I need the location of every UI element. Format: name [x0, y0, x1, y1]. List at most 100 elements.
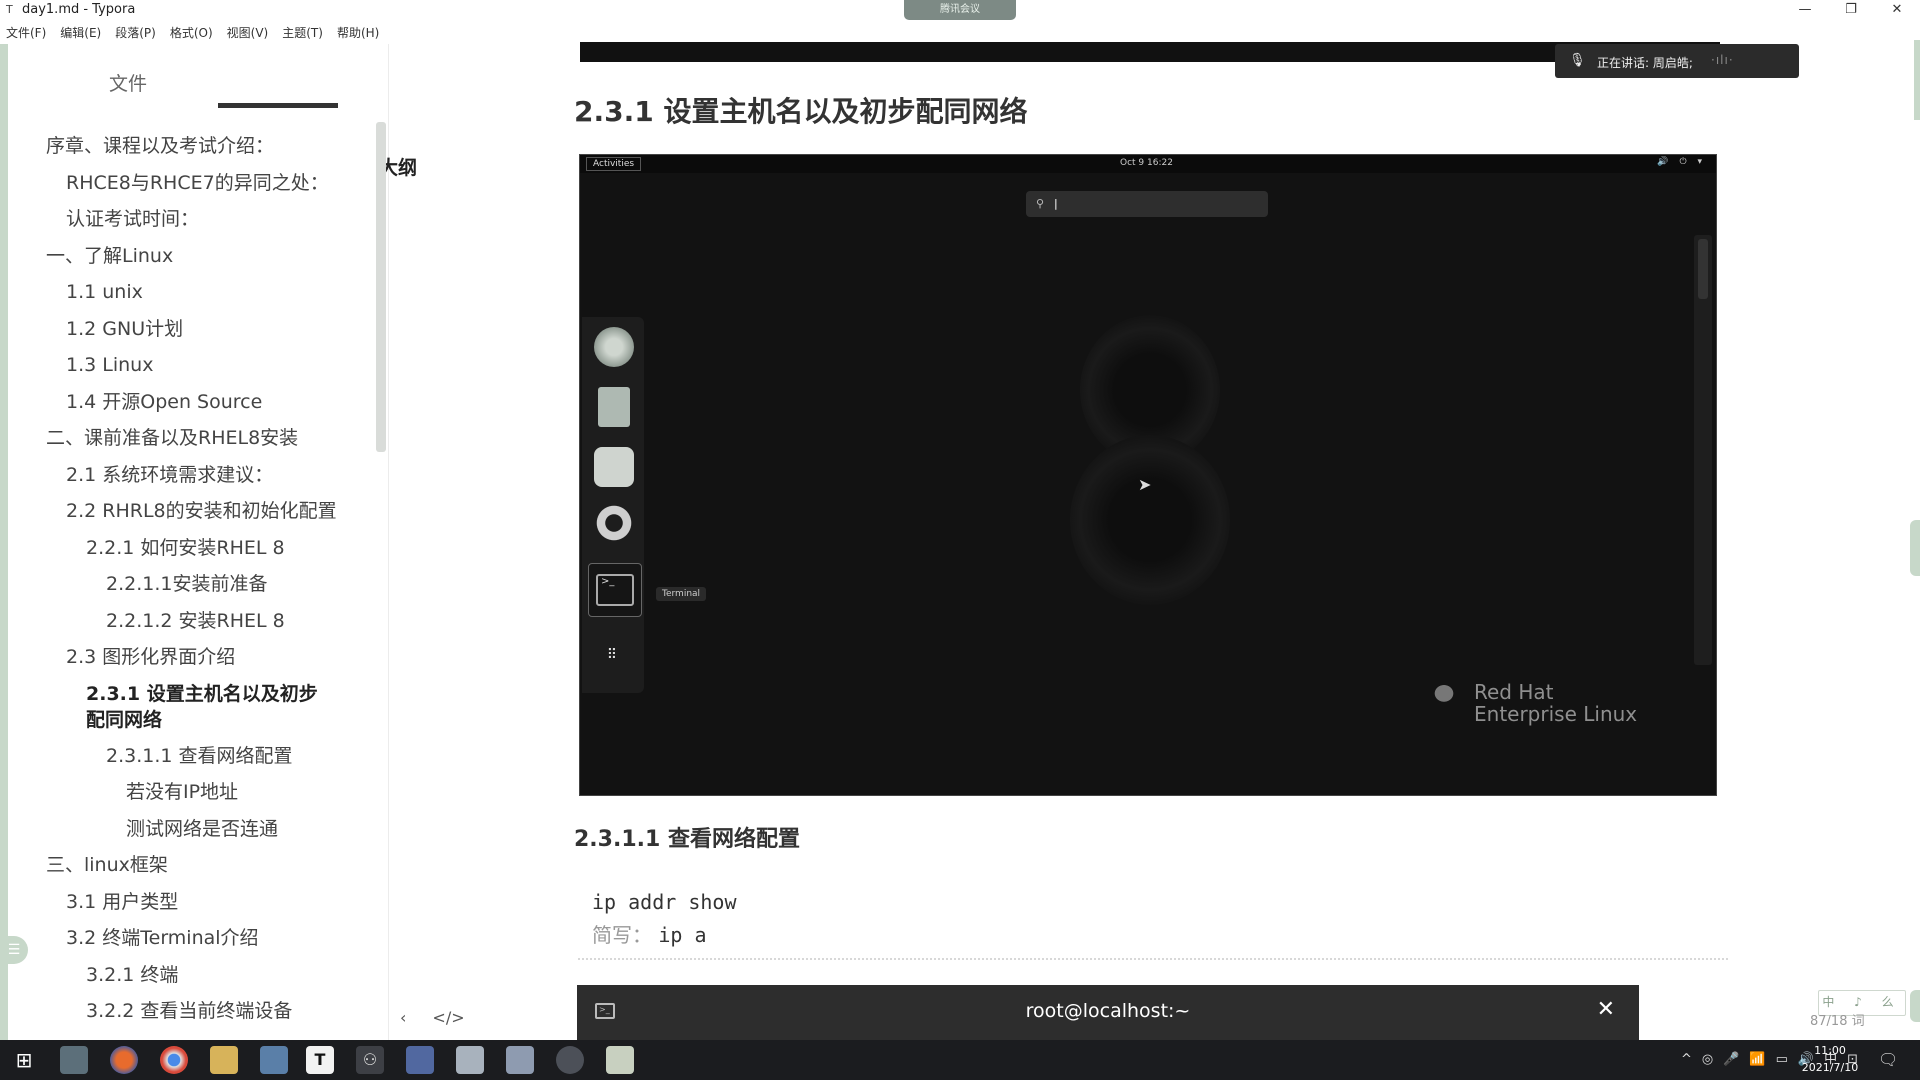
- meeting-indicator[interactable]: 腾讯会议: [904, 0, 1016, 20]
- taskbar-clock[interactable]: 11:00 2021/7/10: [1792, 1042, 1868, 1076]
- speaking-indicator: 🎙 正在讲话: 周启皓; ·ılı·: [1555, 44, 1799, 78]
- outline-item[interactable]: 二、课前准备以及RHEL8安装: [0, 420, 360, 457]
- menu-edit[interactable]: 编辑(E): [60, 22, 101, 44]
- snip-icon[interactable]: [506, 1046, 534, 1074]
- section-heading: 2.3.1 设置主机名以及初步配同网络: [574, 95, 1028, 128]
- outline-item[interactable]: 若没有IP地址: [0, 774, 360, 811]
- menu-bar: 文件(F) 编辑(E) 段落(P) 格式(O) 视图(V) 主题(T) 帮助(H…: [0, 22, 379, 44]
- outline-item[interactable]: 序章、课程以及考试介绍：: [0, 128, 360, 165]
- speaking-label: 正在讲话: 周启皓;: [1597, 56, 1693, 70]
- outline-item[interactable]: 测试网络是否连通: [0, 811, 360, 848]
- outline-item[interactable]: 1.2 GNU计划: [0, 311, 360, 348]
- outline-item[interactable]: 2.3.1.1 查看网络配置: [0, 738, 360, 775]
- outline-item[interactable]: 2.2.1.2 安装RHEL 8: [0, 603, 360, 640]
- clock-date: 2021/7/10: [1801, 1061, 1859, 1074]
- right-bottom-tab[interactable]: [1910, 990, 1920, 1022]
- back-chevron-icon[interactable]: ‹: [400, 1008, 406, 1027]
- tray-camera-icon[interactable]: ◎: [1702, 1046, 1713, 1074]
- gnome-clock: Oct 9 16:22: [1120, 158, 1173, 168]
- software-icon: [594, 447, 634, 487]
- right-edge-strip: [1914, 40, 1920, 120]
- brand-line-2: Enterprise Linux: [1474, 702, 1638, 726]
- subsection-heading: 2.3.1.1 查看网络配置: [574, 827, 800, 852]
- code-block[interactable]: ip addr show 简写： ip a: [592, 886, 737, 952]
- outline-item[interactable]: 2.3 图形化界面介绍: [0, 639, 360, 676]
- outline-item[interactable]: 3.2.1 终端: [0, 957, 360, 994]
- sidebar: 文件 大纲 序章、课程以及考试介绍： RHCE8与RHCE7的异同之处： 认证考试时…: [0, 44, 417, 1040]
- outline-tree: 序章、课程以及考试介绍： RHCE8与RHCE7的异同之处： 认证考试时间： 一、了解…: [0, 128, 360, 1030]
- outline-item[interactable]: 2.2.1.1安装前准备: [0, 566, 360, 603]
- tray-mic-icon[interactable]: 🎤: [1723, 1046, 1739, 1074]
- outline-item[interactable]: RHCE8与RHCE7的异同之处：: [0, 165, 360, 202]
- tray-battery-icon[interactable]: ▭: [1776, 1046, 1788, 1074]
- outline-item[interactable]: 一、了解Linux: [0, 238, 360, 275]
- code-block-border: [578, 958, 1728, 960]
- outline-item[interactable]: 2.2.1 如何安装RHEL 8: [0, 530, 360, 567]
- outline-item[interactable]: 3.2.2 查看当前终端设备: [0, 993, 360, 1030]
- network-icon[interactable]: ⚇: [356, 1046, 384, 1074]
- audio-wave-icon: ·ılı·: [1711, 53, 1734, 67]
- app-grid-icon: ⠿: [606, 647, 622, 663]
- previous-image-bottom: [580, 42, 1720, 62]
- maximize-button[interactable]: ❐: [1828, 0, 1874, 22]
- window-title: day1.md - Typora: [22, 2, 136, 17]
- virtualbox-icon[interactable]: [406, 1046, 434, 1074]
- menu-file[interactable]: 文件(F): [6, 22, 46, 44]
- typora-icon[interactable]: T: [306, 1046, 334, 1074]
- source-code-icon[interactable]: </>: [432, 1008, 464, 1027]
- files-icon: [598, 387, 630, 427]
- terminal-icon: >_: [588, 563, 642, 617]
- gnome-dock: >_ ⠿: [582, 317, 644, 693]
- outline-item[interactable]: 1.4 开源Open Source: [0, 384, 360, 421]
- meeting-icon[interactable]: [556, 1046, 584, 1074]
- menu-paragraph[interactable]: 段落(P): [115, 22, 156, 44]
- menu-format[interactable]: 格式(O): [170, 22, 213, 44]
- photos-icon[interactable]: [260, 1046, 288, 1074]
- gnome-system-tray: 🔊 ⏻ ▾: [1657, 157, 1706, 167]
- outline-item[interactable]: 1.3 Linux: [0, 347, 360, 384]
- tray-wifi-icon[interactable]: 📶: [1749, 1046, 1765, 1074]
- activities-button: Activities: [586, 157, 642, 171]
- close-icon[interactable]: ✕: [1597, 997, 1615, 1022]
- file-explorer-icon[interactable]: [210, 1046, 238, 1074]
- outline-item[interactable]: 认证考试时间：: [0, 201, 360, 238]
- window-controls: — ❐ ✕: [1782, 0, 1920, 22]
- outline-item[interactable]: 1.1 unix: [0, 274, 360, 311]
- right-scroll-tab[interactable]: [1910, 520, 1920, 576]
- keyboard-icon[interactable]: [456, 1046, 484, 1074]
- word-count[interactable]: 87/18 词: [1810, 1010, 1865, 1029]
- close-button[interactable]: ✕: [1874, 0, 1920, 22]
- taskbar: ⊞ T ⚇ ^ ◎ 🎤 📶 ▭ 🔊 中 ⊡ 11:00 2021/7/10 🗨: [0, 1040, 1920, 1080]
- menu-theme[interactable]: 主题(T): [282, 22, 323, 44]
- clock-time: 11:00: [1814, 1044, 1846, 1057]
- sidebar-footer: ‹ </>: [400, 1008, 465, 1027]
- menu-view[interactable]: 视图(V): [227, 22, 269, 44]
- terminal-title: root@localhost:~: [1025, 1000, 1191, 1022]
- gnome-top-bar: Activities Oct 9 16:22 🔊 ⏻ ▾: [580, 155, 1716, 173]
- tab-files[interactable]: 文件: [68, 62, 188, 106]
- minimize-button[interactable]: —: [1782, 0, 1828, 22]
- code-line: ip addr show: [592, 890, 737, 914]
- outline-item[interactable]: 2.3.1 设置主机名以及初步配同网络: [0, 676, 336, 738]
- outline-item[interactable]: 2.2 RHRL8的安装和初始化配置: [0, 493, 360, 530]
- notes-icon[interactable]: [606, 1046, 634, 1074]
- outline-item[interactable]: 2.1 系统环境需求建议：: [0, 457, 360, 494]
- windows-start-icon[interactable]: ⊞: [10, 1046, 38, 1074]
- outline-item[interactable]: 三、linux框架: [0, 847, 360, 884]
- menu-help[interactable]: 帮助(H): [337, 22, 379, 44]
- title-bar: T day1.md - Typora 腾讯会议 — ❐ ✕: [0, 0, 1920, 22]
- search-icon: ⚲: [1036, 197, 1045, 210]
- firefox-icon: [594, 327, 634, 367]
- gnome-screenshot: Activities Oct 9 16:22 🔊 ⏻ ▾ ⚲ | >_ ⠿ Te…: [579, 154, 1717, 796]
- firefox-icon[interactable]: [110, 1046, 138, 1074]
- chrome-icon[interactable]: [160, 1046, 188, 1074]
- gnome-search-field: ⚲ |: [1026, 191, 1268, 217]
- outline-item[interactable]: 3.2 终端Terminal介绍: [0, 920, 360, 957]
- outline-toggle-icon[interactable]: ☰: [0, 936, 28, 964]
- outline-item[interactable]: 3.1 用户类型: [0, 884, 360, 921]
- redhat-brand-text: Red Hat Enterprise Linux: [1474, 681, 1637, 725]
- image-viewer-icon[interactable]: [60, 1046, 88, 1074]
- sidebar-scrollbar[interactable]: [376, 122, 386, 452]
- tray-overflow-icon[interactable]: ^: [1681, 1046, 1692, 1074]
- notification-icon[interactable]: 🗨: [1878, 1050, 1898, 1069]
